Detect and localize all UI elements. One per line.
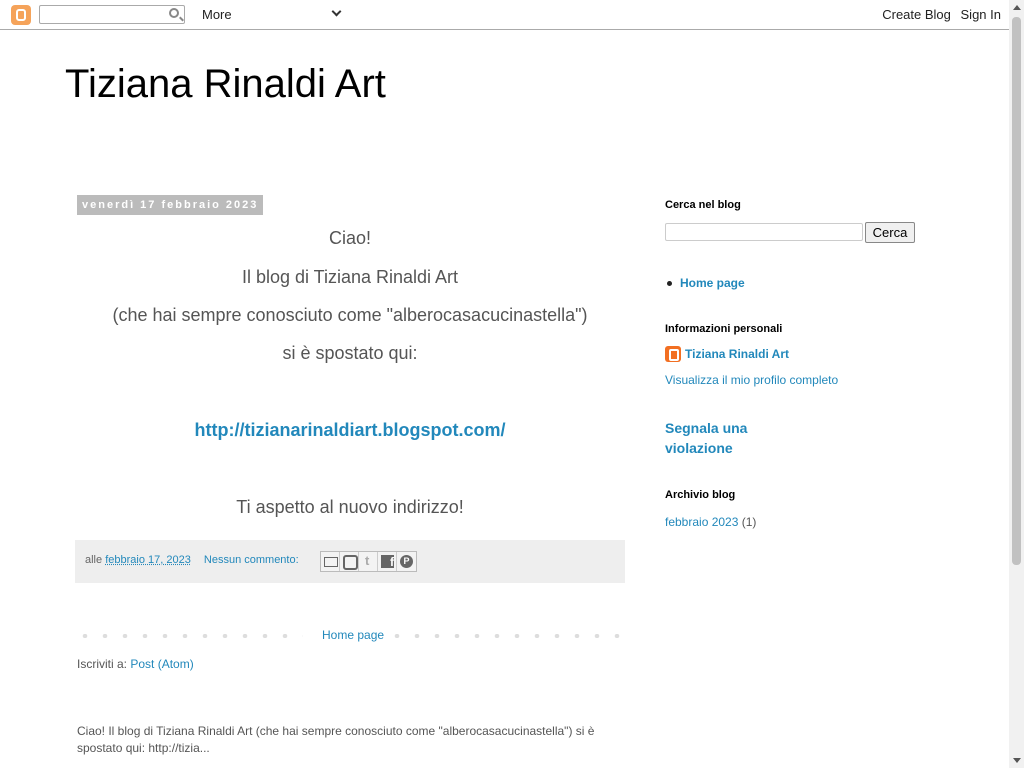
- atom-feed-link[interactable]: Post (Atom): [130, 657, 193, 671]
- home-page-link[interactable]: Home page: [318, 628, 389, 642]
- blog-pager: Home page: [75, 627, 625, 643]
- post-timestamp-link[interactable]: febbraio 17, 2023: [105, 554, 191, 566]
- create-blog-link[interactable]: Create Blog: [882, 7, 951, 22]
- pager-divider-left: [75, 634, 303, 638]
- more-dropdown[interactable]: More: [202, 6, 344, 23]
- pager-divider-right: [387, 634, 625, 638]
- post-line-closing: Ti aspetto al nuovo indirizzo!: [236, 497, 464, 517]
- post-date-header: venerdì 17 febbraio 2023: [77, 195, 264, 215]
- blogthis-share-icon[interactable]: [340, 552, 359, 571]
- post-line-moved: si è spostato qui:: [282, 343, 418, 363]
- subscribe-prefix: Iscriviti a:: [77, 657, 128, 671]
- pinterest-share-icon[interactable]: [397, 552, 416, 571]
- blog-title[interactable]: Tiziana Rinaldi Art: [65, 62, 386, 107]
- report-abuse-link[interactable]: Segnala una violazione: [665, 418, 785, 458]
- navbar-search-input[interactable]: [39, 5, 185, 24]
- popular-post-snippet[interactable]: Ciao! Il blog di Tiziana Rinaldi Art (ch…: [77, 723, 627, 757]
- archive-list-item: febbraio 2023 (1): [665, 515, 756, 529]
- scrollbar-thumb[interactable]: [1012, 17, 1021, 565]
- new-blog-link[interactable]: http://tizianarinaldiart.blogspot.com/: [75, 420, 625, 441]
- chevron-down-icon: [331, 6, 342, 17]
- blogger-profile-icon: [665, 346, 681, 362]
- blogger-logo-icon[interactable]: [11, 5, 31, 25]
- archive-month-link[interactable]: febbraio 2023: [665, 515, 738, 529]
- sign-in-link[interactable]: Sign In: [961, 7, 1001, 22]
- profile-widget-title: Informazioni personali: [665, 323, 783, 335]
- search-widget-title: Cerca nel blog: [665, 199, 741, 211]
- archive-widget-title: Archivio blog: [665, 489, 736, 501]
- archive-count: (1): [741, 515, 757, 529]
- subscribe-line: Iscriviti a: Post (Atom): [77, 657, 194, 671]
- sidebar-home-page-link[interactable]: Home page: [680, 276, 745, 290]
- blog-search-input[interactable]: [665, 223, 863, 241]
- share-buttons: [320, 551, 417, 572]
- scroll-up-arrow-icon[interactable]: [1013, 5, 1021, 10]
- search-icon[interactable]: [169, 8, 179, 18]
- post-footer: alle febbraio 17, 2023 Nessun commento:: [75, 540, 625, 583]
- post-line-greeting: Ciao!: [328, 228, 372, 248]
- blogger-navbar: More Create Blog Sign In: [0, 0, 1009, 30]
- comments-link[interactable]: Nessun commento:: [204, 554, 299, 566]
- post-line-known-as: (che hai sempre conosciuto come "alberoc…: [112, 305, 588, 325]
- scroll-down-arrow-icon[interactable]: [1013, 758, 1021, 763]
- facebook-share-icon[interactable]: [378, 552, 397, 571]
- navbar-account-links: Create Blog Sign In: [876, 7, 1001, 22]
- page-scrollbar[interactable]: [1009, 0, 1024, 768]
- twitter-share-icon[interactable]: [359, 552, 378, 571]
- post-meta: alle febbraio 17, 2023 Nessun commento:: [85, 554, 299, 566]
- email-share-icon[interactable]: [321, 552, 340, 571]
- search-button[interactable]: Cerca: [865, 222, 915, 243]
- profile-name-link[interactable]: Tiziana Rinaldi Art: [685, 347, 789, 361]
- more-label: More: [202, 7, 232, 22]
- post-time-prefix: alle: [85, 554, 103, 566]
- bullet-icon: [667, 281, 672, 286]
- full-profile-link[interactable]: Visualizza il mio profilo completo: [665, 373, 838, 387]
- post-line-blog: Il blog di Tiziana Rinaldi Art: [241, 267, 459, 287]
